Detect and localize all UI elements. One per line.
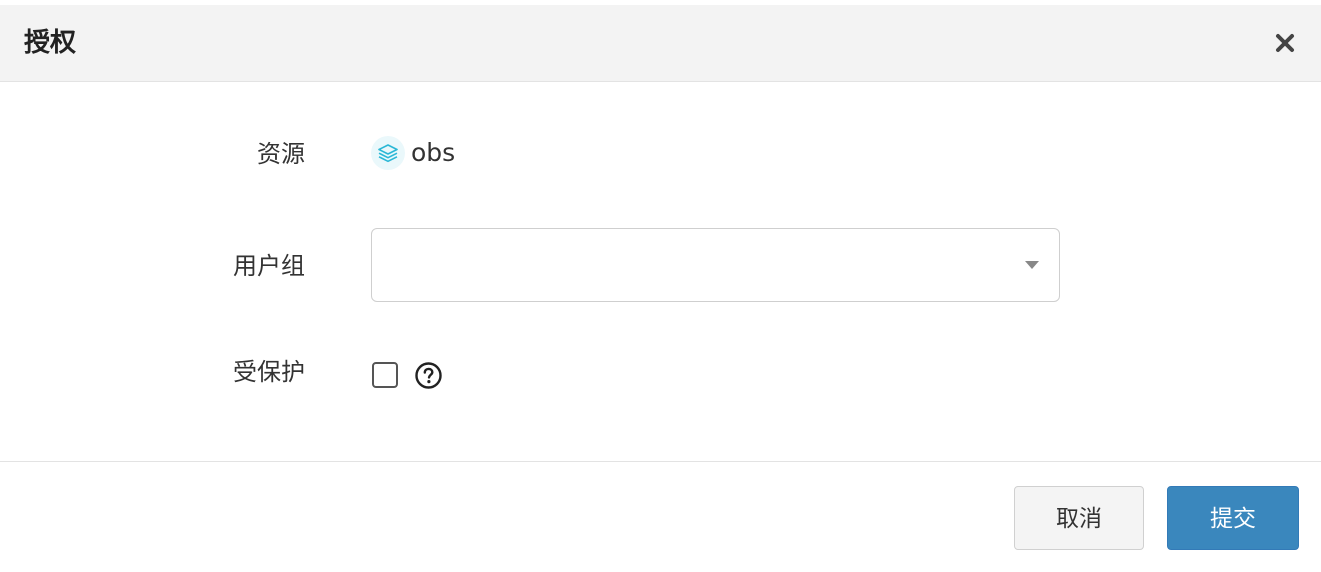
dialog-header: 授权 [0,5,1321,82]
user-group-select[interactable] [371,228,1060,302]
protected-checkbox[interactable] [372,362,398,388]
protected-label: 受保护 [233,358,305,386]
close-icon [1276,34,1294,52]
user-group-label: 用户组 [233,252,305,280]
dialog-title: 授权 [24,28,77,58]
resource-label: 资源 [257,140,305,168]
question-circle-icon[interactable] [414,361,443,390]
authorize-dialog: 授权 资源 obs 用户组 受保护 取消 提交 [0,0,1321,572]
layers-icon [371,136,405,170]
close-button[interactable] [1269,27,1301,59]
cancel-button[interactable]: 取消 [1014,486,1144,550]
caret-down-icon [1025,261,1039,269]
footer-divider [0,461,1321,462]
resource-value: obs [371,135,455,171]
resource-name: obs [411,138,456,167]
submit-button[interactable]: 提交 [1167,486,1299,550]
